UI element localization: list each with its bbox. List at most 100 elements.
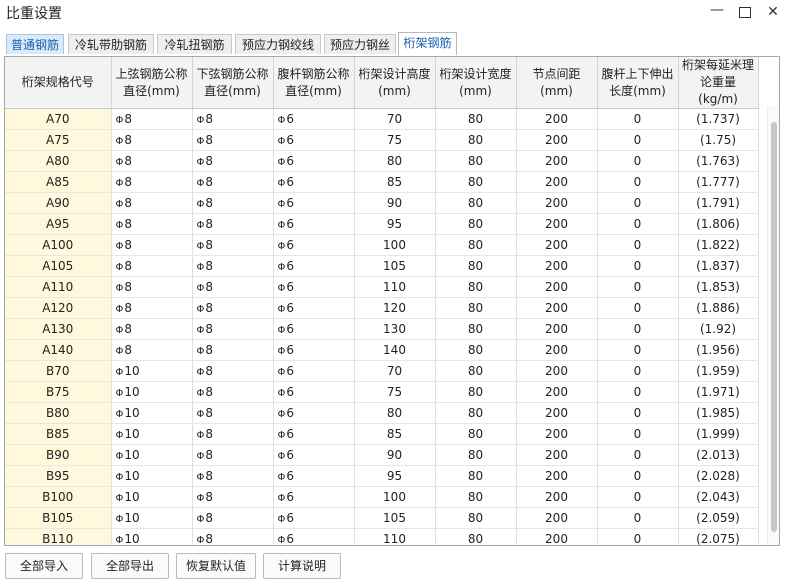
diameter-cell[interactable]: Φ10	[111, 360, 193, 382]
value-cell[interactable]: 80	[435, 423, 517, 445]
value-cell[interactable]: 0	[597, 108, 679, 130]
value-cell[interactable]: (1.985)	[678, 402, 759, 424]
diameter-cell[interactable]: Φ6	[273, 339, 355, 361]
value-cell[interactable]: 80	[435, 402, 517, 424]
vertical-scrollbar[interactable]	[767, 106, 779, 545]
value-cell[interactable]: 80	[435, 255, 517, 277]
value-cell[interactable]: (1.737)	[678, 108, 759, 130]
table-row[interactable]: B100 Φ10 Φ8 Φ6 100 80 200 0 (2.043)	[5, 486, 759, 508]
table-row[interactable]: B70 Φ10 Φ8 Φ6 70 80 200 0 (1.959)	[5, 360, 759, 382]
diameter-cell[interactable]: Φ8	[111, 255, 193, 277]
diameter-cell[interactable]: Φ10	[111, 507, 193, 529]
tab-prestressed-wire[interactable]: 预应力钢丝	[324, 34, 396, 54]
diameter-cell[interactable]: Φ8	[111, 150, 193, 172]
value-cell[interactable]: (2.075)	[678, 528, 759, 545]
diameter-cell[interactable]: Φ8	[192, 297, 274, 319]
spec-code-cell[interactable]: B105	[5, 507, 112, 529]
value-cell[interactable]: 80	[435, 108, 517, 130]
value-cell[interactable]: (1.971)	[678, 381, 759, 403]
value-cell[interactable]: 90	[354, 444, 436, 466]
value-cell[interactable]: 200	[516, 402, 598, 424]
table-row[interactable]: A120 Φ8 Φ8 Φ6 120 80 200 0 (1.886)	[5, 297, 759, 319]
value-cell[interactable]: 80	[435, 339, 517, 361]
value-cell[interactable]: (2.028)	[678, 465, 759, 487]
value-cell[interactable]: 200	[516, 297, 598, 319]
value-cell[interactable]: (1.956)	[678, 339, 759, 361]
spec-code-cell[interactable]: B95	[5, 465, 112, 487]
export-all-button[interactable]: 全部导出	[91, 553, 169, 579]
spec-code-cell[interactable]: A95	[5, 213, 112, 235]
value-cell[interactable]: 80	[435, 171, 517, 193]
value-cell[interactable]: (1.886)	[678, 297, 759, 319]
value-cell[interactable]: 200	[516, 381, 598, 403]
maximize-button[interactable]	[734, 2, 756, 22]
diameter-cell[interactable]: Φ6	[273, 402, 355, 424]
col-header-web-extension[interactable]: 腹杆上下伸出长度(mm)	[597, 57, 679, 109]
diameter-cell[interactable]: Φ6	[273, 129, 355, 151]
value-cell[interactable]: 95	[354, 213, 436, 235]
value-cell[interactable]: 80	[435, 360, 517, 382]
value-cell[interactable]: 0	[597, 381, 679, 403]
value-cell[interactable]: (1.806)	[678, 213, 759, 235]
diameter-cell[interactable]: Φ10	[111, 486, 193, 508]
diameter-cell[interactable]: Φ10	[111, 381, 193, 403]
diameter-cell[interactable]: Φ8	[111, 192, 193, 214]
value-cell[interactable]: 70	[354, 360, 436, 382]
value-cell[interactable]: 80	[435, 276, 517, 298]
value-cell[interactable]: 110	[354, 276, 436, 298]
value-cell[interactable]: 80	[435, 507, 517, 529]
value-cell[interactable]: 110	[354, 528, 436, 545]
diameter-cell[interactable]: Φ10	[111, 423, 193, 445]
value-cell[interactable]: 105	[354, 255, 436, 277]
spec-code-cell[interactable]: B85	[5, 423, 112, 445]
diameter-cell[interactable]: Φ6	[273, 465, 355, 487]
diameter-cell[interactable]: Φ6	[273, 276, 355, 298]
diameter-cell[interactable]: Φ8	[192, 129, 274, 151]
col-header-design-height[interactable]: 桁架设计高度(mm)	[354, 57, 436, 109]
spec-code-cell[interactable]: A80	[5, 150, 112, 172]
diameter-cell[interactable]: Φ8	[192, 213, 274, 235]
tab-truss-rebar[interactable]: 桁架钢筋	[398, 32, 457, 55]
table-row[interactable]: A130 Φ8 Φ8 Φ6 130 80 200 0 (1.92)	[5, 318, 759, 340]
value-cell[interactable]: 80	[435, 213, 517, 235]
spec-code-cell[interactable]: A90	[5, 192, 112, 214]
diameter-cell[interactable]: Φ6	[273, 171, 355, 193]
col-header-bottom-chord[interactable]: 下弦钢筋公称直径(mm)	[192, 57, 274, 109]
value-cell[interactable]: (1.999)	[678, 423, 759, 445]
table-row[interactable]: A100 Φ8 Φ8 Φ6 100 80 200 0 (1.822)	[5, 234, 759, 256]
spec-code-cell[interactable]: A75	[5, 129, 112, 151]
diameter-cell[interactable]: Φ8	[192, 318, 274, 340]
minimize-button[interactable]: —	[706, 0, 728, 20]
value-cell[interactable]: 0	[597, 360, 679, 382]
value-cell[interactable]: 80	[435, 297, 517, 319]
value-cell[interactable]: 200	[516, 528, 598, 545]
diameter-cell[interactable]: Φ8	[192, 255, 274, 277]
diameter-cell[interactable]: Φ6	[273, 318, 355, 340]
diameter-cell[interactable]: Φ8	[192, 234, 274, 256]
col-header-spec-code[interactable]: 桁架规格代号	[5, 57, 112, 109]
col-header-node-spacing[interactable]: 节点间距(mm)	[516, 57, 598, 109]
diameter-cell[interactable]: Φ8	[192, 423, 274, 445]
diameter-cell[interactable]: Φ8	[192, 402, 274, 424]
diameter-cell[interactable]: Φ8	[192, 465, 274, 487]
value-cell[interactable]: (1.791)	[678, 192, 759, 214]
diameter-cell[interactable]: Φ10	[111, 444, 193, 466]
value-cell[interactable]: 100	[354, 234, 436, 256]
value-cell[interactable]: 200	[516, 423, 598, 445]
value-cell[interactable]: 200	[516, 213, 598, 235]
table-row[interactable]: A110 Φ8 Φ8 Φ6 110 80 200 0 (1.853)	[5, 276, 759, 298]
diameter-cell[interactable]: Φ10	[111, 528, 193, 545]
diameter-cell[interactable]: Φ8	[192, 171, 274, 193]
value-cell[interactable]: 80	[435, 444, 517, 466]
value-cell[interactable]: 200	[516, 192, 598, 214]
table-row[interactable]: B75 Φ10 Φ8 Φ6 75 80 200 0 (1.971)	[5, 381, 759, 403]
value-cell[interactable]: 0	[597, 465, 679, 487]
value-cell[interactable]: 0	[597, 213, 679, 235]
value-cell[interactable]: (2.013)	[678, 444, 759, 466]
value-cell[interactable]: 200	[516, 318, 598, 340]
diameter-cell[interactable]: Φ6	[273, 444, 355, 466]
value-cell[interactable]: 80	[435, 129, 517, 151]
value-cell[interactable]: 80	[435, 528, 517, 545]
table-row[interactable]: A70 Φ8 Φ8 Φ6 70 80 200 0 (1.737)	[5, 108, 759, 130]
table-row[interactable]: A80 Φ8 Φ8 Φ6 80 80 200 0 (1.763)	[5, 150, 759, 172]
